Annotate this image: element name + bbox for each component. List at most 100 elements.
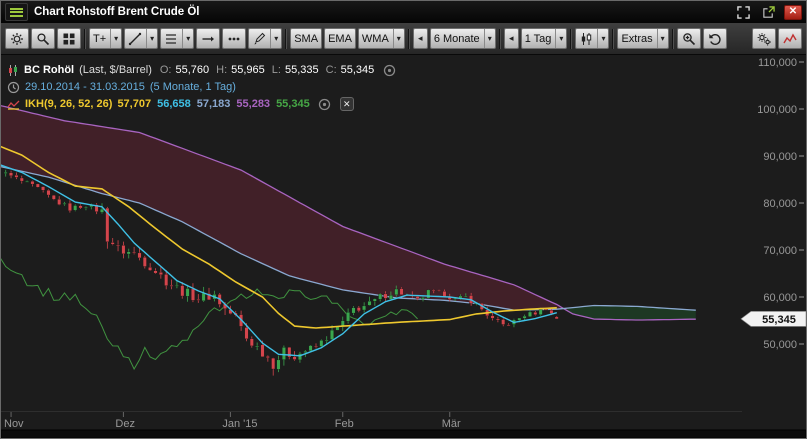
- toolbar-group-zoom-history: [676, 28, 727, 49]
- dropdown-arrow-icon: ▾: [555, 29, 563, 48]
- wma-button[interactable]: WMA ▾: [357, 28, 405, 49]
- indicator-settings-button[interactable]: [318, 97, 332, 111]
- series-legend-row: BC Rohöl (Last, $/Barrel) O: 55,760 H: 55,9…: [7, 62, 396, 78]
- maximize-button[interactable]: [734, 4, 753, 20]
- interval-back-button[interactable]: ◂: [503, 28, 519, 49]
- indicator-name: IKH(9, 26, 52, 26): [25, 98, 113, 110]
- toolbar-group-period: ◂ 6 Monate ▾: [412, 28, 496, 49]
- chart-window: Chart Rohstoff Brent Crude Öl ✕ T+ ▾ ▾ ▾ ▾ SM…: [0, 0, 807, 439]
- popout-button[interactable]: [759, 4, 778, 20]
- indicator-value-tenkan: 56,658: [157, 98, 191, 110]
- settings-button[interactable]: [5, 28, 29, 49]
- extras-button[interactable]: Extras ▾: [617, 28, 669, 49]
- interval-select[interactable]: 1 Tag ▾: [520, 28, 568, 49]
- undo-icon: [708, 32, 722, 46]
- ohlc-value: 55,345: [340, 64, 375, 76]
- toolbar-separator: [612, 28, 615, 49]
- period-select[interactable]: 6 Monate ▾: [429, 28, 496, 49]
- ema-button[interactable]: EMA: [324, 28, 356, 49]
- button-label: 1 Tag: [524, 32, 552, 45]
- candles-icon: [579, 32, 593, 46]
- x-axis-label: Feb: [335, 418, 354, 430]
- period-back-button[interactable]: ◂: [412, 28, 428, 49]
- text-tool-button[interactable]: T+ ▾: [89, 28, 123, 49]
- chart-type-select[interactable]: ▾: [575, 28, 610, 49]
- y-axis-label: 50,000: [763, 339, 797, 351]
- gears-icon: [757, 32, 771, 46]
- popout-icon: [762, 5, 775, 19]
- indicator-remove-button[interactable]: ✕: [339, 97, 354, 111]
- undo-button[interactable]: [702, 28, 727, 49]
- button-label: EMA: [328, 32, 352, 45]
- close-button[interactable]: ✕: [784, 4, 802, 20]
- layout-grid-button[interactable]: [57, 28, 81, 49]
- toolbar-group-right-tools: [752, 28, 802, 49]
- y-axis-label: 90,000: [763, 151, 797, 163]
- chart-scrollbar[interactable]: [1, 429, 806, 438]
- menu-button[interactable]: [5, 3, 28, 21]
- button-label: T+: [93, 32, 107, 45]
- dropdown-arrow-icon: ▾: [146, 29, 154, 48]
- y-axis-label: 60,000: [763, 292, 797, 304]
- zoom-in-button[interactable]: [676, 28, 701, 49]
- hamburger-icon: [10, 6, 23, 18]
- line-icon: [128, 32, 142, 46]
- toolbar-separator: [84, 28, 86, 49]
- series-type: (Last, $/Barrel): [79, 64, 152, 76]
- curve-icon: [783, 32, 797, 46]
- dropdown-arrow-icon: ▾: [110, 29, 118, 48]
- sma-button[interactable]: SMA: [290, 28, 323, 49]
- series-settings-button[interactable]: [382, 63, 396, 77]
- trendline-tool-button[interactable]: ▾: [124, 28, 159, 49]
- zoom-mode-button[interactable]: [31, 28, 55, 49]
- toolbar-group-chart-type: ▾: [575, 28, 610, 49]
- point-marker-tool-button[interactable]: [222, 28, 247, 49]
- mini-chart-button[interactable]: [778, 28, 802, 49]
- series-name: BC Rohöl: [24, 64, 75, 76]
- last-price-label: 55,345: [762, 314, 796, 326]
- maximize-icon: [737, 5, 750, 19]
- dropdown-arrow-icon: ▾: [270, 29, 278, 48]
- horizontal-line-tool-button[interactable]: [196, 28, 221, 49]
- ohlc-value: 55,760: [175, 64, 210, 76]
- toolbar-group-interval: ◂ 1 Tag ▾: [503, 28, 568, 49]
- ohlc-value: 55,965: [231, 64, 265, 76]
- button-label: Extras: [621, 32, 653, 45]
- toolbar-separator: [570, 28, 573, 49]
- ohlc-label: C:: [325, 64, 337, 76]
- chart-region: Nov Dez Jan '15 Feb Mär 110,000 100,000 90,000 8…: [1, 55, 806, 438]
- fibonacci-tool-button[interactable]: ▾: [160, 28, 195, 49]
- toolbar-group-extras: Extras ▾: [617, 28, 669, 49]
- chart-legend: BC Rohöl (Last, $/Barrel) O: 55,760 H: 55,9…: [7, 62, 396, 113]
- ohlc-label: O:: [159, 64, 172, 76]
- x-axis-label: Mär: [442, 418, 461, 430]
- back-arrow-icon: ◂: [418, 33, 423, 43]
- indicator-value-chikou: 55,345: [276, 98, 310, 110]
- chart-settings-button[interactable]: [752, 28, 776, 49]
- window-title: Chart Rohstoff Brent Crude Öl: [34, 6, 200, 18]
- ohlc-value: 55,335: [284, 64, 319, 76]
- indicator-value-kijun: 57,707: [117, 98, 152, 110]
- x-axis-label: Jan '15: [222, 418, 257, 430]
- y-axis-label: 80,000: [763, 198, 797, 210]
- button-label: WMA: [361, 32, 389, 45]
- grid-icon: [62, 32, 76, 46]
- indicator-value-senkou_b: 55,283: [236, 98, 271, 110]
- indicator-icon: [7, 98, 20, 111]
- date-range-detail: (5 Monate, 1 Tag): [149, 81, 236, 93]
- chart-toolbar: T+ ▾ ▾ ▾ ▾ SMA EMA WMA ▾ ◂ 6 Monate ▾ ◂ 1 Tag ▾ ▾ Extras…: [1, 23, 806, 55]
- fib-icon: [164, 32, 178, 46]
- dropdown-arrow-icon: ▾: [392, 29, 401, 48]
- x-axis-label: Nov: [4, 418, 24, 430]
- dots-icon: [227, 32, 241, 46]
- hline-icon: [201, 32, 215, 46]
- ohlc-label: L:: [271, 64, 281, 76]
- indicator-value-senkou_a: 57,183: [196, 98, 231, 110]
- clock-icon: [7, 81, 20, 94]
- close-icon: ✕: [788, 6, 798, 17]
- toolbar-group-averages: SMA EMA WMA ▾: [290, 28, 405, 49]
- freehand-tool-button[interactable]: ▾: [248, 28, 283, 49]
- titlebar: Chart Rohstoff Brent Crude Öl ✕: [1, 1, 806, 23]
- series-candle-icon: [7, 64, 19, 77]
- ohlc-values: O: 55,760 H: 55,965 L: 55,335 C: 55,345: [157, 64, 374, 76]
